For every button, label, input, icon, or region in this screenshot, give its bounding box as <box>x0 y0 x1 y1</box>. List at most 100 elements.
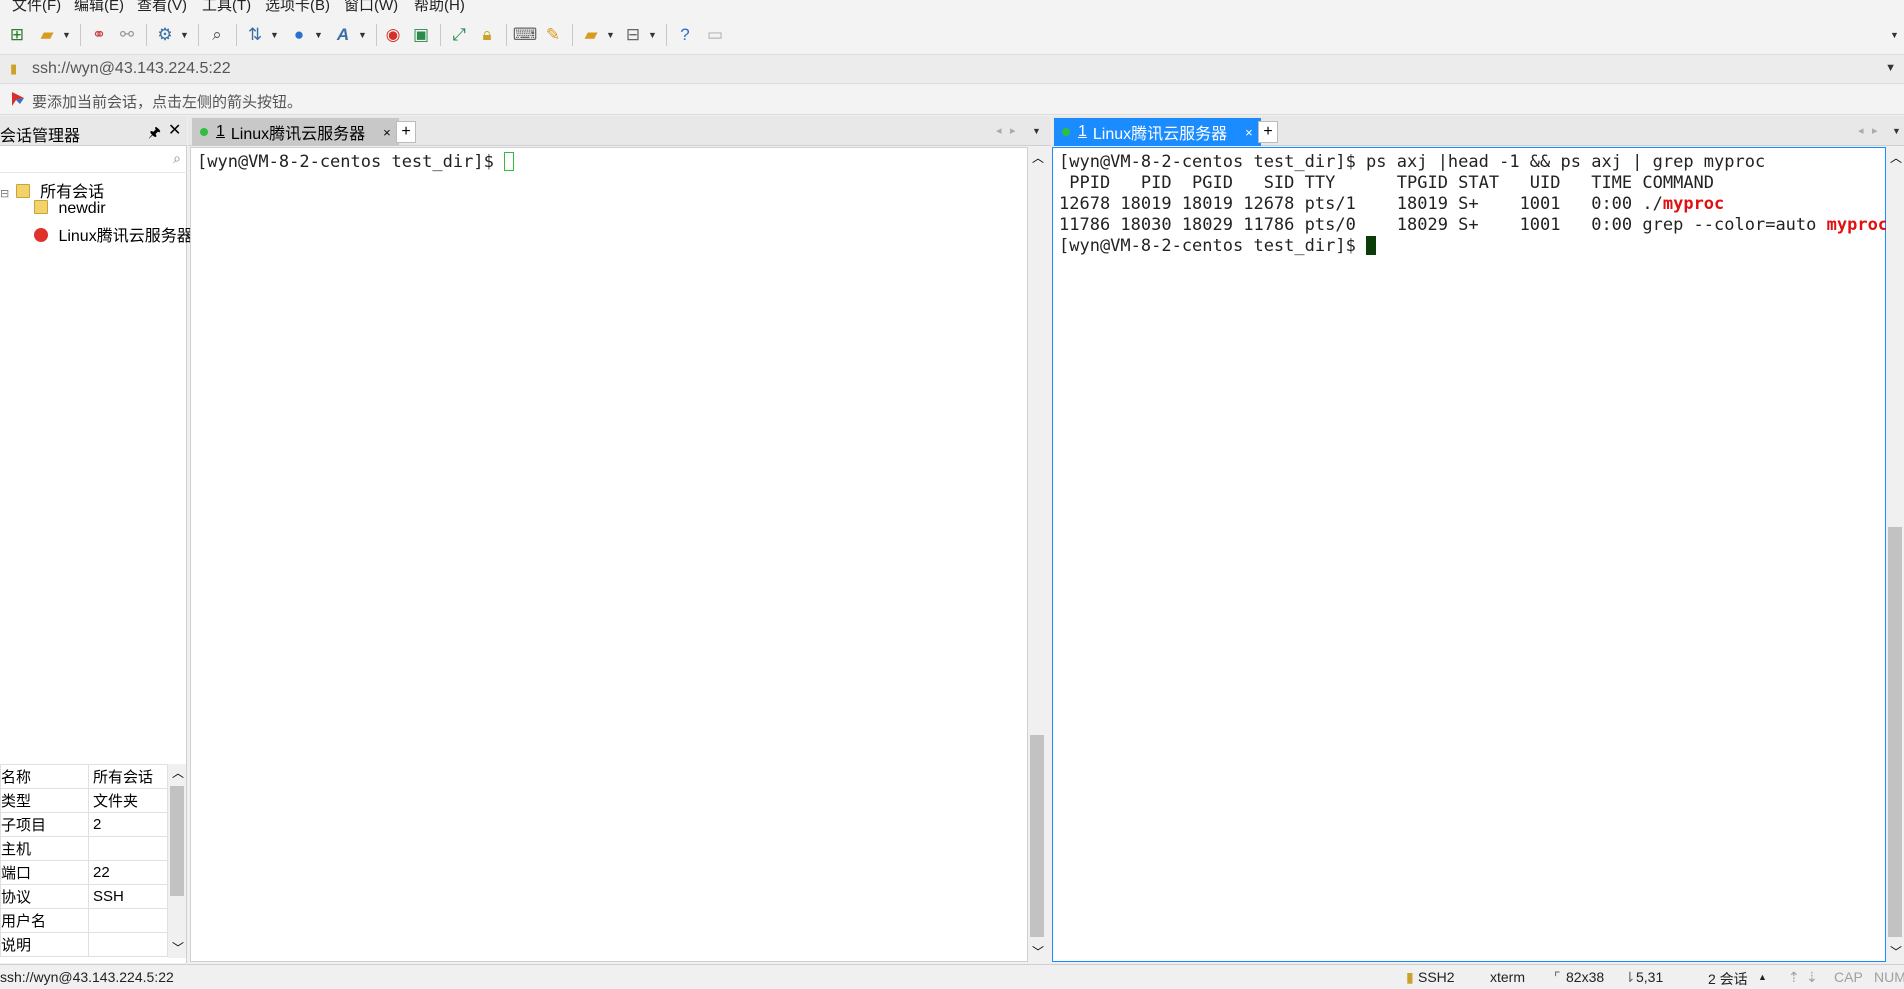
upload-icon: ⇡ <box>1788 969 1800 985</box>
download-icon: ⇣ <box>1806 969 1818 985</box>
sessions-up-icon[interactable]: ▲ <box>1758 972 1767 982</box>
fullscreen-icon[interactable]: ⤢ <box>448 24 470 46</box>
session-icon <box>34 228 48 242</box>
pin-icon[interactable]: 🖈 <box>148 122 161 146</box>
terminal-line: PPID PID PGID SID TTY TPGID STAT UID TIM… <box>1059 173 1879 194</box>
address-dropdown-icon[interactable]: ▼ <box>1885 62 1896 74</box>
scroll-down-icon[interactable]: ﹀ <box>1890 943 1902 960</box>
close-icon[interactable]: × <box>1245 125 1253 140</box>
property-value <box>88 836 168 861</box>
connect-icon[interactable]: ⚭ <box>88 24 110 46</box>
menu-window[interactable]: 窗口(W) <box>344 0 398 14</box>
session-manager-panel: 会话管理器 🖈 ✕ ⌕ ⊟ 所有会话 newdir Linux腾讯云服务器 名称… <box>0 116 193 963</box>
status-bar: ssh://wyn@43.143.224.5:22 ▮ SSH2 xterm ⌜… <box>0 964 1904 988</box>
menu-tabs[interactable]: 选项卡(B) <box>265 0 330 14</box>
xftp-icon[interactable]: ◉ <box>382 24 404 46</box>
layout-icon[interactable]: ⊟ <box>622 24 644 46</box>
help-icon[interactable]: ? <box>674 24 696 46</box>
status-sessions[interactable]: 2 会话 <box>1708 969 1748 989</box>
hint-bar: 要添加当前会话，点击左侧的箭头按钮。 <box>0 85 1904 115</box>
menu-tools[interactable]: 工具(T) <box>202 0 251 14</box>
xagent-icon[interactable]: ▣ <box>410 24 432 46</box>
left-tab-strip: 1 Linux腾讯云服务器 × + ◂ ▸ ▼ <box>188 116 1051 146</box>
tab-menu-icon[interactable]: ▼ <box>1892 126 1901 136</box>
tab-linux-server-left[interactable]: 1 Linux腾讯云服务器 × <box>192 118 399 146</box>
scroll-down-icon[interactable]: ﹀ <box>1032 943 1044 960</box>
status-protocol: SSH2 <box>1418 969 1455 985</box>
tab-label: Linux腾讯云服务器 <box>230 126 366 143</box>
terminal-line: 11786 18030 18029 11786 pts/0 18029 S+ 1… <box>1059 215 1888 236</box>
scrollbar-thumb[interactable] <box>1888 527 1902 937</box>
menu-file[interactable]: 文件(F) <box>12 0 61 14</box>
transfer-icon[interactable]: ⇅ <box>244 24 266 46</box>
hint-text: 要添加当前会话，点击左侧的箭头按钮。 <box>32 94 303 111</box>
status-address: ssh://wyn@43.143.224.5:22 <box>0 969 174 985</box>
terminal-right[interactable]: [wyn@VM-8-2-centos test_dir]$ ps axj |he… <box>1052 147 1888 962</box>
close-icon[interactable]: × <box>383 125 391 140</box>
property-value: SSH <box>88 884 168 909</box>
new-folder-icon[interactable]: ▰ <box>580 24 602 46</box>
property-key: 协议 <box>0 884 89 909</box>
settings-dropdown-icon[interactable]: ▼ <box>180 30 189 40</box>
terminal-highlight: myproc <box>1662 194 1725 214</box>
tab-next-icon[interactable]: ▸ <box>1872 124 1878 137</box>
bookmark-flag-icon[interactable] <box>10 91 26 107</box>
toolbar-overflow-icon[interactable]: ▼ <box>1890 30 1899 40</box>
tree-item-linux-server[interactable]: Linux腾讯云服务器 <box>34 222 193 246</box>
tab-menu-icon[interactable]: ▼ <box>1032 126 1041 136</box>
chat-icon[interactable]: ▭ <box>704 24 726 46</box>
address-input[interactable]: ssh://wyn@43.143.224.5:22 <box>32 60 231 78</box>
scroll-up-icon[interactable]: ︿ <box>172 764 184 781</box>
tree-item-label: 所有会话 <box>40 184 105 201</box>
search-icon[interactable]: ⌕ <box>173 150 181 167</box>
globe-dropdown-icon[interactable]: ▼ <box>314 30 323 40</box>
tab-next-icon[interactable]: ▸ <box>1010 124 1016 137</box>
tree-item-label: newdir <box>58 200 106 217</box>
transfer-dropdown-icon[interactable]: ▼ <box>270 30 279 40</box>
toolbar-separator <box>440 24 441 46</box>
toolbar-separator <box>198 24 199 46</box>
status-num: NUM <box>1874 969 1904 985</box>
properties-scrollbar[interactable]: ︿ ﹀ <box>168 764 186 958</box>
address-bar[interactable]: ▮ ssh://wyn@43.143.224.5:22 ▼ <box>0 54 1904 84</box>
tab-prev-icon[interactable]: ◂ <box>1858 124 1864 137</box>
add-tab-button[interactable]: + <box>1258 121 1278 143</box>
scroll-up-icon[interactable]: ︿ <box>1032 149 1044 166</box>
scrollbar-thumb[interactable] <box>1030 735 1044 937</box>
menu-view[interactable]: 查看(V) <box>137 0 187 14</box>
collapse-icon[interactable]: ⊟ <box>0 188 9 200</box>
disconnect-icon[interactable]: ⚯ <box>116 24 138 46</box>
scroll-up-icon[interactable]: ︿ <box>1890 149 1902 166</box>
lock-icon[interactable]: 🔒︎ <box>476 24 498 46</box>
keyboard-icon[interactable]: ⌨ <box>513 24 538 46</box>
tree-item-newdir[interactable]: newdir <box>34 200 106 218</box>
highlight-icon[interactable]: ✎ <box>542 24 564 46</box>
scroll-down-icon[interactable]: ﹀ <box>172 939 184 956</box>
right-terminal-scrollbar[interactable]: ︿ ﹀ <box>1886 147 1904 962</box>
property-key: 类型 <box>0 788 89 813</box>
session-search-input[interactable]: ⌕ <box>0 147 187 173</box>
lock-icon: ▮ <box>1406 969 1414 985</box>
add-tab-button[interactable]: + <box>396 121 416 143</box>
font-icon[interactable]: A <box>332 24 354 46</box>
table-row: 协议 SSH <box>0 884 168 909</box>
terminal-left[interactable]: [wyn@VM-8-2-centos test_dir]$ <box>190 147 1028 962</box>
new-session-icon[interactable]: ⊞ <box>6 24 28 46</box>
open-dropdown-icon[interactable]: ▼ <box>62 30 71 40</box>
menu-edit[interactable]: 编辑(E) <box>74 0 124 14</box>
settings-icon[interactable]: ⚙ <box>154 24 176 46</box>
scrollbar-thumb[interactable] <box>170 786 184 896</box>
menu-help[interactable]: 帮助(H) <box>414 0 465 14</box>
font-dropdown-icon[interactable]: ▼ <box>358 30 367 40</box>
search-icon[interactable]: ⌕ <box>206 24 228 46</box>
left-terminal-scrollbar[interactable]: ︿ ﹀ <box>1028 147 1046 962</box>
layout-dropdown-icon[interactable]: ▼ <box>648 30 657 40</box>
open-folder-icon[interactable]: ▰ <box>36 24 58 46</box>
size-icon: ⌜ <box>1554 969 1561 985</box>
tree-item-all-sessions[interactable]: ⊟ 所有会话 <box>0 178 104 202</box>
globe-icon[interactable]: ● <box>288 24 310 46</box>
close-icon[interactable]: ✕ <box>168 120 181 140</box>
tab-prev-icon[interactable]: ◂ <box>996 124 1002 137</box>
folder-dropdown-icon[interactable]: ▼ <box>606 30 615 40</box>
tab-linux-server-right[interactable]: 1 Linux腾讯云服务器 × <box>1054 118 1261 146</box>
